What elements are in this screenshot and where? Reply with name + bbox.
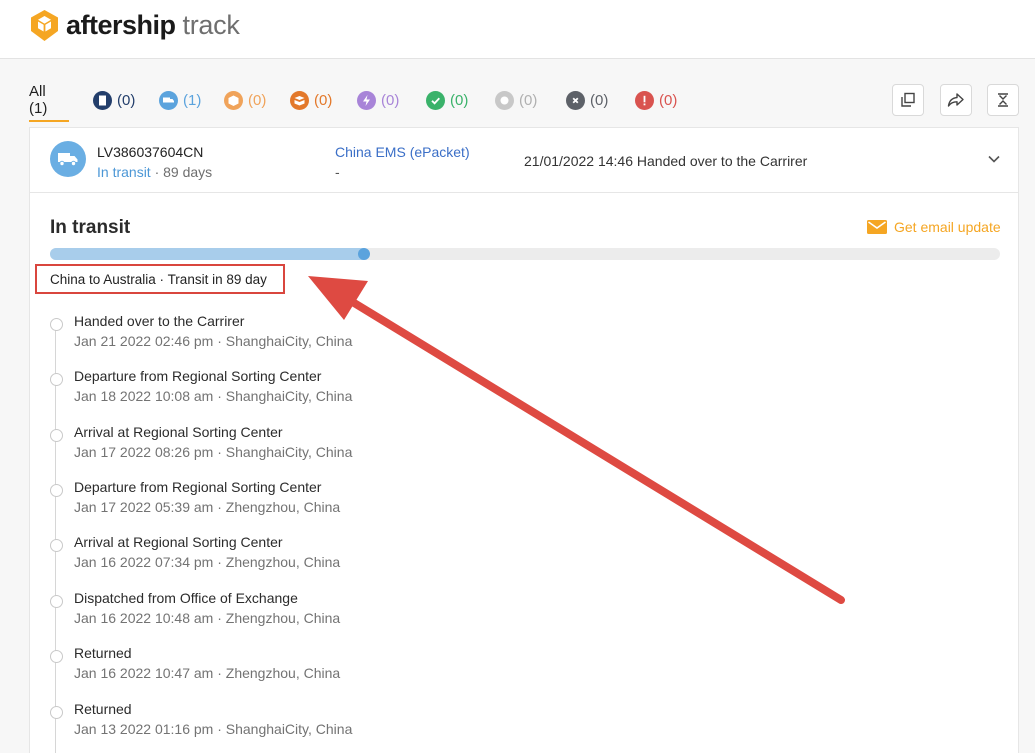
checkpoint-detail: Jan 16 2022 10:47 am · Zhengzhou, China: [74, 665, 341, 681]
checkpoint-item: Handed over to the Carrirer Jan 21 2022 0…: [50, 313, 530, 363]
checkpoint-dot: [50, 484, 63, 497]
checkpoint-detail: Jan 18 2022 10:08 am · ShanghaiCity, Chi…: [74, 388, 353, 404]
box-icon: [224, 90, 243, 110]
checkpoint-dot: [50, 539, 63, 552]
checkpoint-detail: Jan 21 2022 02:46 pm · ShanghaiCity, Chi…: [74, 333, 353, 349]
checkpoint-title: Returned: [74, 645, 132, 661]
checkpoint-detail: Jan 16 2022 10:48 am · Zhengzhou, China: [74, 610, 341, 626]
tab-count: (0): [117, 91, 136, 109]
checkpoint-title: Handed over to the Carrirer: [74, 313, 245, 329]
checkpoint-title: Departure from Regional Sorting Center: [74, 479, 322, 495]
aftership-logo[interactable]: aftership track: [30, 10, 240, 41]
bolt-icon: [357, 90, 376, 110]
tab-status-box[interactable]: (0): [224, 86, 266, 114]
tab-status-delivery[interactable]: (0): [290, 86, 332, 114]
checkpoint-item: Returned Jan 13 2022 01:16 pm · ShanghaiC…: [50, 701, 530, 751]
checkpoint-item: Departure from Regional Sorting Center Ja…: [50, 479, 530, 529]
checkpoint-item: Returned Jan 16 2022 10:47 am · Zhengzhou…: [50, 645, 530, 695]
brand-name: aftership: [66, 10, 176, 40]
carrier-sub: -: [335, 164, 340, 180]
checkpoint-title: Returned: [74, 701, 132, 717]
checkpoint-title: Arrival at Regional Sorting Center: [74, 424, 283, 440]
tab-count: (0): [590, 91, 609, 109]
shipment-card: LV386037604CN In transit · 89 days China…: [29, 127, 1019, 753]
tab-status-circle[interactable]: (0): [495, 86, 537, 114]
checkpoint-dot: [50, 650, 63, 663]
tab-all-label: All (1): [29, 83, 48, 117]
share-icon: [947, 93, 964, 107]
tab-status-x[interactable]: (0): [566, 86, 608, 114]
tab-count: (0): [314, 91, 333, 109]
tab-count: (1): [183, 91, 202, 109]
checkpoint-dot: [50, 706, 63, 719]
tab-count: (0): [248, 91, 267, 109]
tab-status-truck[interactable]: (1): [159, 86, 201, 114]
checkpoint-detail: Jan 17 2022 08:26 pm · ShanghaiCity, Chi…: [74, 444, 353, 460]
transit-days: · 89 days: [150, 164, 213, 180]
brand-sub: track: [182, 10, 240, 40]
status-text: In transit: [97, 164, 151, 180]
detail-title: In transit: [50, 217, 131, 238]
collapse-icon: [998, 93, 1008, 107]
carrier-link[interactable]: China EMS (ePacket): [335, 144, 470, 160]
alert-icon: [635, 90, 654, 110]
x-icon: [566, 90, 585, 110]
document-icon: [93, 90, 112, 110]
share-button[interactable]: [940, 84, 972, 116]
checkpoint-dot: [50, 373, 63, 386]
circle-icon: [495, 90, 514, 110]
tab-status-alert[interactable]: (0): [635, 86, 677, 114]
truck-avatar: [50, 141, 86, 177]
checkpoint-title: Dispatched from Office of Exchange: [74, 590, 298, 606]
mail-icon: [867, 220, 887, 234]
top-bar: aftership track: [0, 0, 1035, 59]
logo-icon: [31, 10, 58, 41]
checkpoint-dot: [50, 595, 63, 608]
checkpoint-detail: Jan 16 2022 07:34 pm · Zhengzhou, China: [74, 554, 341, 570]
tab-status-document[interactable]: (0): [93, 86, 135, 114]
shipment-status-line: In transit · 89 days: [97, 164, 212, 180]
checkpoint-title: Arrival at Regional Sorting Center: [74, 534, 283, 550]
copy-button[interactable]: [892, 84, 924, 116]
tab-all[interactable]: All (1): [29, 83, 48, 117]
latest-checkpoint: 21/01/2022 14:46 Handed over to the Carr…: [524, 153, 808, 169]
checkpoint-dot: [50, 318, 63, 331]
checkpoint-title: Departure from Regional Sorting Center: [74, 368, 322, 384]
truck-icon: [159, 90, 178, 110]
tab-status-check[interactable]: (0): [426, 86, 468, 114]
checkpoint-item: Arrival at Regional Sorting Center Jan 16…: [50, 534, 530, 584]
tab-count: (0): [659, 91, 678, 109]
shipment-summary[interactable]: LV386037604CN In transit · 89 days China…: [30, 128, 1018, 193]
progress-knob: [357, 248, 370, 260]
email-update-link[interactable]: Get email update: [867, 219, 1001, 235]
route-summary: China to Australia · Transit in 89 day: [35, 264, 285, 294]
delivery-icon: [290, 90, 309, 110]
checkpoint-detail: Jan 13 2022 01:16 pm · ShanghaiCity, Chi…: [74, 721, 353, 737]
check-icon: [426, 90, 445, 110]
tab-count: (0): [519, 91, 538, 109]
progress-bar: [50, 248, 1000, 260]
progress-fill: [50, 248, 364, 260]
tab-all-underline: [29, 120, 69, 122]
tab-count: (0): [450, 91, 469, 109]
tab-status-bolt[interactable]: (0): [357, 86, 399, 114]
checkpoint-item: Arrival at Regional Sorting Center Jan 17…: [50, 424, 530, 474]
checkpoint-item: Departure from Regional Sorting Center Ja…: [50, 368, 530, 418]
copy-icon: [901, 92, 915, 107]
checkpoint-detail: Jan 17 2022 05:39 am · Zhengzhou, China: [74, 499, 341, 515]
tracking-number: LV386037604CN: [97, 144, 204, 160]
chevron-down-icon[interactable]: [987, 152, 1001, 166]
checkpoint-item: Dispatched from Office of Exchange Jan 16…: [50, 590, 530, 640]
email-update-label: Get email update: [894, 219, 1001, 235]
truck-icon: [58, 153, 78, 167]
tab-count: (0): [381, 91, 400, 109]
collapse-button[interactable]: [987, 84, 1019, 116]
checkpoint-dot: [50, 429, 63, 442]
